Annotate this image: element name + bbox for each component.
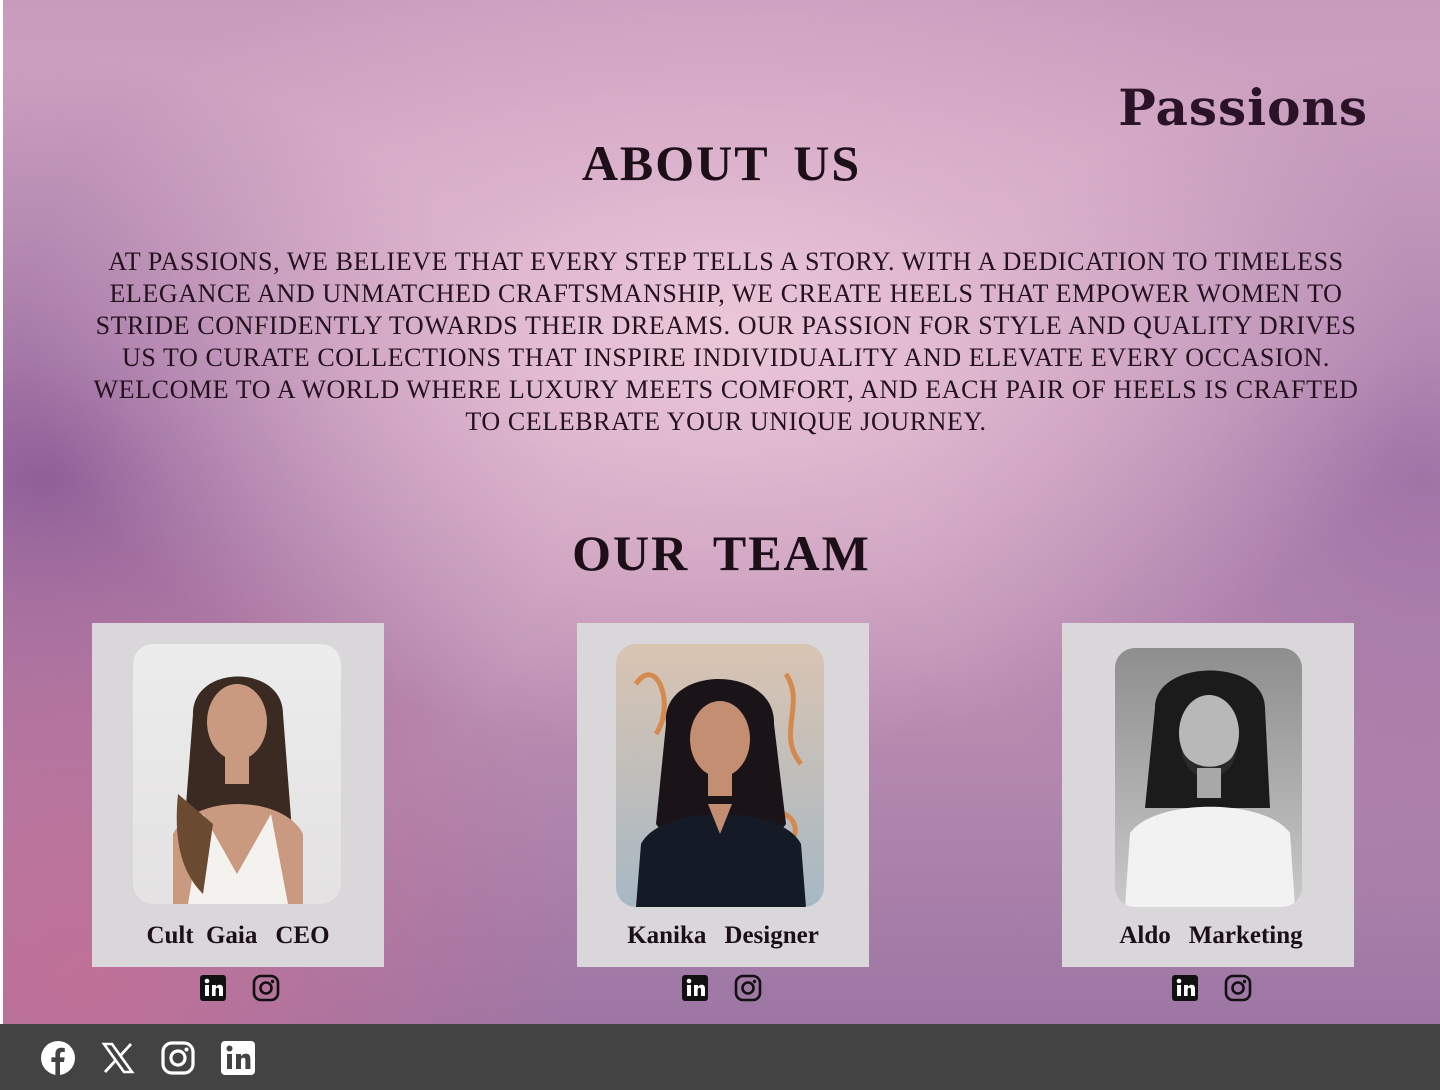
team-heading: OUR TEAM <box>572 525 871 581</box>
team-member-role: CEO <box>275 922 330 949</box>
team-member-photo <box>616 644 824 907</box>
instagram-icon[interactable] <box>160 1040 196 1076</box>
team-member-role: Designer <box>724 922 819 949</box>
team-member-label: Kanika Designer <box>577 922 869 950</box>
team-card-aldo <box>1062 623 1354 967</box>
team-member-photo <box>133 644 341 904</box>
team-member-socials <box>1172 974 1252 1002</box>
team-member-name: Cult Gaia <box>146 922 258 949</box>
instagram-icon[interactable] <box>1224 974 1252 1002</box>
team-member-socials <box>682 974 762 1002</box>
x-icon[interactable] <box>100 1040 136 1076</box>
team-member-socials <box>200 974 280 1002</box>
about-text: At Passions, we believe that every step … <box>93 247 1359 436</box>
team-member-label: Cult Gaia CEO <box>92 922 384 950</box>
team-member-label: Aldo Marketing <box>1065 922 1357 950</box>
linkedin-icon[interactable] <box>200 975 226 1001</box>
facebook-icon[interactable] <box>40 1040 76 1076</box>
linkedin-icon[interactable] <box>1172 975 1198 1001</box>
linkedin-icon[interactable] <box>220 1040 256 1076</box>
team-member-name: Aldo <box>1119 922 1171 949</box>
instagram-icon[interactable] <box>734 974 762 1002</box>
instagram-icon[interactable] <box>252 974 280 1002</box>
about-heading: ABOUT US <box>581 135 862 191</box>
person-photo <box>173 676 303 904</box>
footer-social-links <box>40 1040 256 1076</box>
about-page: Passions ABOUT US At Passions, we believ… <box>3 0 1440 1024</box>
team-card-cult-gaia <box>92 623 384 967</box>
linkedin-icon[interactable] <box>682 975 708 1001</box>
person-photo <box>1125 670 1295 907</box>
person-photo <box>633 672 806 907</box>
team-member-name: Kanika <box>627 922 707 949</box>
team-member-photo <box>1115 648 1302 907</box>
footer <box>0 1024 1440 1090</box>
team-member-role: Marketing <box>1188 922 1303 949</box>
team-card-kanika <box>577 623 869 967</box>
brand-logo[interactable]: Passions <box>1118 78 1368 137</box>
